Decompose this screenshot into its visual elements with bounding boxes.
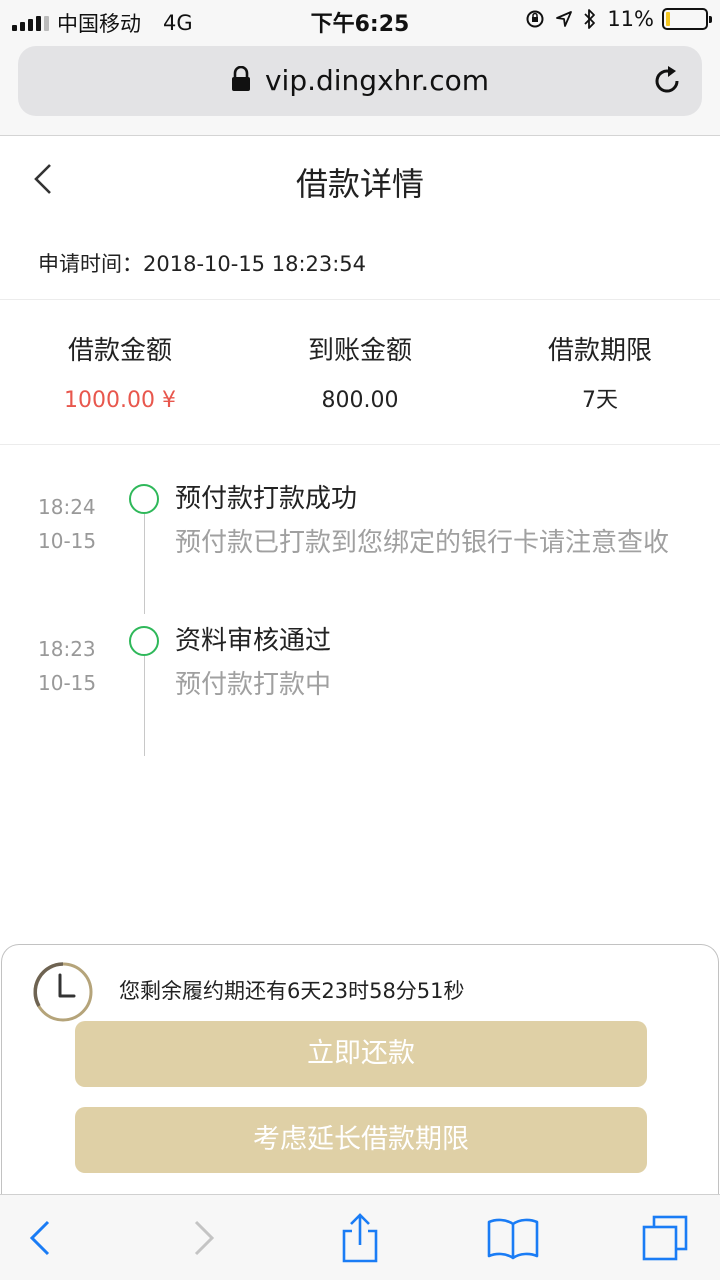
timeline-time: 18:23	[38, 637, 96, 661]
loan-summary: 借款金额 1000.00 ¥ 到账金额 800.00 借款期限 7天	[0, 330, 720, 430]
repayment-panel: 您剩余履约期还有6天23时58分51秒 立即还款 考虑延长借款期限	[1, 944, 719, 1214]
apply-time-label: 申请时间：	[38, 252, 143, 276]
url-display[interactable]: vip.dingxhr.com	[18, 64, 702, 99]
timeline-timestamp: 18:23 10-15	[38, 632, 96, 700]
location-icon	[555, 10, 573, 28]
share-icon[interactable]	[333, 1213, 387, 1263]
timeline-time: 18:24	[38, 495, 96, 519]
status-right: 11%	[515, 7, 712, 31]
page-title: 借款详情	[295, 165, 424, 203]
countdown-text: 您剩余履约期还有6天23时58分51秒	[119, 979, 465, 1003]
bookmarks-icon[interactable]	[486, 1213, 540, 1263]
battery-percent: 11%	[607, 7, 654, 31]
bluetooth-icon	[583, 8, 597, 30]
browser-forward-icon[interactable]	[176, 1213, 230, 1263]
timeline-connector	[144, 656, 145, 756]
divider	[0, 299, 720, 300]
timeline-item: 18:23 10-15 资料审核通过 预付款打款中	[0, 622, 720, 762]
summary-loan-amount: 借款金额 1000.00 ¥	[0, 330, 240, 430]
summary-received-amount: 到账金额 800.00	[240, 330, 480, 430]
address-bar[interactable]: vip.dingxhr.com	[18, 46, 702, 116]
apply-time-value: 2018-10-15 18:23:54	[143, 252, 367, 276]
timeline-item: 18:24 10-15 预付款打款成功 预付款已打款到您绑定的银行卡请注意查收	[0, 480, 720, 620]
timeline-date: 10-15	[38, 671, 97, 695]
summary-value: 7天	[582, 388, 618, 413]
summary-value: 1000.00 ¥	[64, 388, 176, 413]
timeline-date: 10-15	[38, 529, 97, 553]
reload-icon[interactable]	[650, 64, 684, 102]
page-header: 借款详情	[0, 137, 720, 221]
tabs-icon[interactable]	[638, 1213, 692, 1263]
clock-icon	[32, 961, 94, 1027]
timeline-dot-icon	[129, 626, 159, 656]
timeline-dot-icon	[129, 484, 159, 514]
timeline-title: 预付款打款成功	[175, 484, 358, 514]
timeline-description: 预付款已打款到您绑定的银行卡请注意查收	[175, 528, 670, 558]
status-bar: 中国移动 4G 下午6:25 11%	[0, 0, 720, 40]
apply-time: 申请时间：2018-10-15 18:23:54	[38, 248, 366, 278]
summary-label: 借款金额	[67, 336, 172, 366]
summary-label: 借款期限	[547, 336, 652, 366]
timeline-title: 资料审核通过	[175, 626, 332, 656]
browser-toolbar	[0, 1194, 720, 1280]
orientation-lock-icon	[525, 9, 545, 29]
battery-icon	[662, 8, 712, 30]
timeline-description: 预付款打款中	[175, 670, 332, 700]
summary-value: 800.00	[321, 388, 399, 413]
timeline-timestamp: 18:24 10-15	[38, 490, 96, 558]
lock-icon	[231, 65, 251, 99]
timeline-connector	[144, 514, 145, 614]
browser-address-area: vip.dingxhr.com	[0, 40, 720, 136]
summary-label: 到账金额	[307, 336, 412, 366]
url-text: vip.dingxhr.com	[264, 64, 490, 97]
extend-term-button[interactable]: 考虑延长借款期限	[75, 1107, 647, 1173]
browser-back-icon[interactable]	[14, 1213, 68, 1263]
summary-loan-term: 借款期限 7天	[480, 330, 720, 430]
divider	[0, 444, 720, 445]
repay-now-button[interactable]: 立即还款	[75, 1021, 647, 1087]
